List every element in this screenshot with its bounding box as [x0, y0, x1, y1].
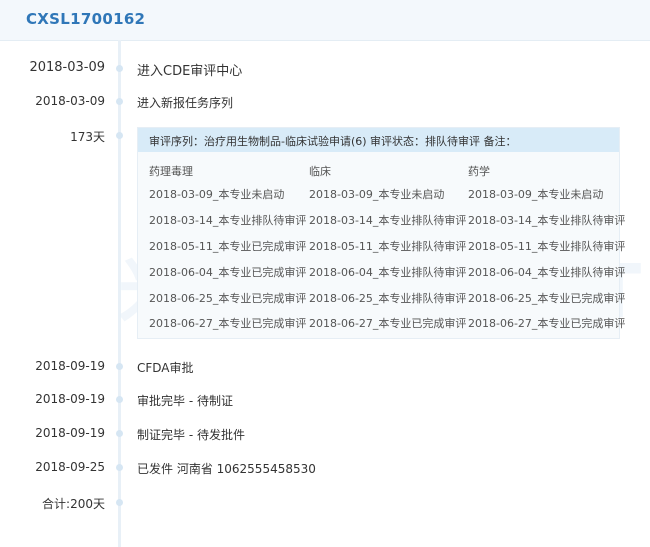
timeline-dot-icon: [116, 430, 123, 437]
review-cell: 2018-06-04_本专业排队待审评: [468, 266, 626, 279]
timeline-date: 2018-09-19: [35, 426, 105, 440]
review-cell: 2018-05-11_本专业排队待审评: [468, 240, 626, 253]
timeline-dot-icon: [116, 396, 123, 403]
timeline-text: CFDA审批: [137, 361, 194, 375]
review-status-panel: 审评序列：治疗用生物制品-临床试验申请(6) 审评状态：排队待审评 备注： 药理…: [137, 127, 625, 339]
review-cell: 2018-06-27_本专业已完成审评: [309, 317, 467, 330]
timeline-text: 审批完毕 - 待制证: [137, 394, 233, 408]
review-cell: 2018-03-14_本专业排队待审评: [149, 214, 307, 227]
timeline-text: 进入CDE审评中心: [137, 64, 243, 79]
acceptance-number-title: CXSL1700162: [26, 10, 146, 28]
timeline-date: 2018-03-09: [29, 60, 105, 75]
review-cell: 2018-03-09_本专业未启动: [468, 188, 604, 201]
timeline-dot-icon: [116, 65, 123, 72]
review-cell: 2018-06-04_本专业已完成审评: [149, 266, 307, 279]
timeline-duration: 173天: [70, 130, 105, 144]
review-cell: 2018-06-25_本专业已完成审评: [468, 292, 626, 305]
timeline-dot-icon: [116, 363, 123, 370]
timeline-item-cde-entry: 2018-03-09 进入CDE审评中心: [0, 58, 650, 80]
review-cell: 2018-05-11_本专业已完成审评: [149, 240, 307, 253]
timeline-text: 已发件 河南省 1062555458530: [137, 462, 316, 476]
review-cell: 2018-06-04_本专业排队待审评: [309, 266, 467, 279]
review-cell: 2018-06-27_本专业已完成审评: [149, 317, 307, 330]
timeline-dot-icon: [116, 98, 123, 105]
timeline-dot-icon: [116, 132, 123, 139]
page-header: CXSL1700162: [0, 0, 650, 41]
review-cell: 2018-06-25_本专业已完成审评: [149, 292, 307, 305]
timeline-item-task-queue: 2018-03-09 进入新报任务序列: [0, 91, 650, 113]
timeline-item-certificate-complete: 2018-09-19 制证完毕 - 待发批件: [0, 423, 650, 445]
timeline-item-total: 合计:200天: [0, 492, 650, 514]
review-cell: 2018-06-25_本专业排队待审评: [309, 292, 467, 305]
timeline-date: 2018-09-19: [35, 392, 105, 406]
review-sequence-info: 审评序列：治疗用生物制品-临床试验申请(6) 审评状态：排队待审评 备注：: [149, 135, 517, 148]
timeline-item-approval-complete: 2018-09-19 审批完毕 - 待制证: [0, 389, 650, 411]
column-header-clinical: 临床: [309, 165, 331, 178]
timeline-text: 制证完毕 - 待发批件: [137, 428, 245, 442]
timeline-text: 进入新报任务序列: [137, 96, 234, 110]
review-cell: 2018-03-09_本专业未启动: [149, 188, 285, 201]
column-header-pharmacy: 药学: [468, 165, 490, 178]
timeline-item-dispatched: 2018-09-25 已发件 河南省 1062555458530: [0, 457, 650, 479]
timeline-dot-icon: [116, 499, 123, 506]
timeline-date: 2018-09-25: [35, 460, 105, 474]
review-cell: 2018-03-14_本专业排队待审评: [309, 214, 467, 227]
review-cell: 2018-03-14_本专业排队待审评: [468, 214, 626, 227]
timeline-item-cfda-approval: 2018-09-19 CFDA审批: [0, 356, 650, 378]
timeline-total-duration: 合计:200天: [42, 497, 105, 511]
timeline-date: 2018-09-19: [35, 359, 105, 373]
review-cell: 2018-05-11_本专业排队待审评: [309, 240, 467, 253]
review-cell: 2018-03-09_本专业未启动: [309, 188, 445, 201]
column-header-pharmacology: 药理毒理: [149, 165, 193, 178]
review-panel-header: 审评序列：治疗用生物制品-临床试验申请(6) 审评状态：排队待审评 备注：: [138, 128, 619, 152]
timeline-dot-icon: [116, 464, 123, 471]
review-cell: 2018-06-27_本专业已完成审评: [468, 317, 626, 330]
timeline-date: 2018-03-09: [35, 94, 105, 108]
